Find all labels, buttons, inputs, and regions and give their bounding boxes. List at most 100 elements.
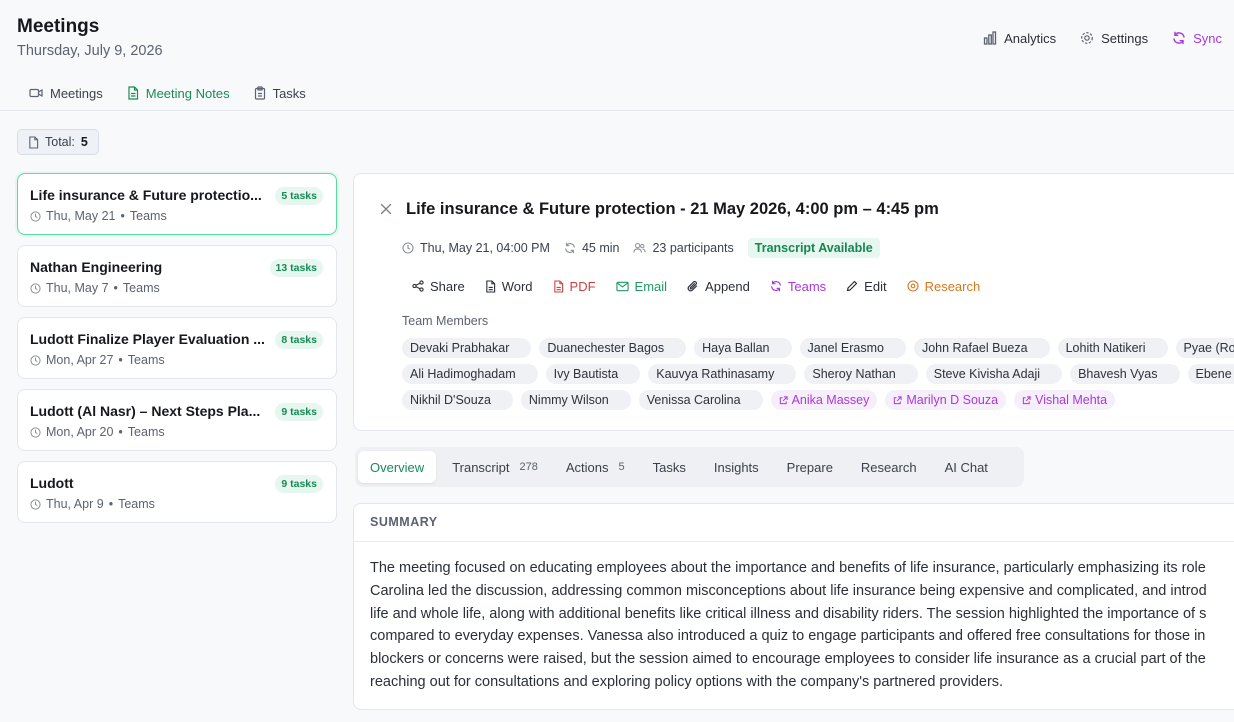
tab-count: 5 bbox=[618, 461, 625, 473]
external-link-icon bbox=[893, 395, 902, 405]
tab-prepare[interactable]: Prepare bbox=[775, 451, 845, 483]
meeting-title: Life insurance & Future protectio... bbox=[30, 187, 262, 203]
settings-label: Settings bbox=[1101, 30, 1149, 46]
analytics-button[interactable]: Analytics bbox=[983, 31, 1056, 46]
research-icon bbox=[907, 280, 919, 292]
clipboard-icon bbox=[254, 86, 266, 100]
meeting-title: Ludott (Al Nasr) – Next Steps Pla... bbox=[30, 403, 261, 419]
research-button[interactable]: Research bbox=[897, 276, 991, 296]
users-icon bbox=[633, 242, 647, 254]
meeting-date: Mon, Apr 20 bbox=[46, 425, 114, 439]
meta-separator: • bbox=[120, 209, 125, 223]
meeting-detail-title: Life insurance & Future protection - 21 … bbox=[406, 200, 939, 218]
meeting-platform: Teams bbox=[118, 497, 155, 511]
meeting-meta: Thu, May 7 • Teams bbox=[30, 281, 160, 295]
meeting-card[interactable]: Life insurance & Future protectio... 5 t… bbox=[17, 173, 337, 235]
tab-tasks[interactable]: Tasks bbox=[242, 82, 318, 104]
total-value: 5 bbox=[80, 135, 88, 149]
sync-icon bbox=[1172, 31, 1186, 45]
member-chip: Bhavesh Vyas bbox=[1070, 364, 1180, 384]
task-count-badge: 9 tasks bbox=[275, 403, 323, 421]
research-label: Research bbox=[924, 278, 981, 294]
close-button[interactable] bbox=[378, 201, 394, 217]
tab-transcript[interactable]: Transcript 278 bbox=[440, 451, 550, 483]
close-icon bbox=[378, 201, 394, 217]
meta-separator: • bbox=[118, 353, 123, 367]
tab-ai-chat[interactable]: AI Chat bbox=[933, 451, 1000, 483]
meta-separator: • bbox=[113, 281, 118, 295]
edit-label: Edit bbox=[864, 278, 887, 294]
meeting-card[interactable]: Nathan Engineering 13 tasks Thu, May 7 •… bbox=[17, 245, 337, 307]
tab-meetings[interactable]: Meetings bbox=[17, 82, 115, 104]
pdf-export-button[interactable]: PDF bbox=[543, 276, 606, 296]
sync-button[interactable]: Sync bbox=[1172, 31, 1222, 46]
tab-tasks-detail[interactable]: Tasks bbox=[641, 451, 698, 483]
tab-label: Overview bbox=[370, 459, 425, 475]
analytics-label: Analytics bbox=[1004, 30, 1057, 46]
document-icon bbox=[127, 86, 139, 100]
append-label: Append bbox=[705, 278, 750, 294]
task-count-badge: 13 tasks bbox=[269, 259, 323, 277]
team-members-row: Nikhil D'Souza Nimmy Wilson Venissa Caro… bbox=[402, 390, 1234, 410]
document-icon bbox=[28, 135, 39, 149]
tab-overview[interactable]: Overview bbox=[358, 451, 437, 483]
mail-icon bbox=[615, 281, 629, 292]
team-members-label: Team Members bbox=[402, 314, 489, 328]
tab-research[interactable]: Research bbox=[849, 451, 929, 483]
tab-meeting-notes[interactable]: Meeting Notes bbox=[115, 82, 242, 104]
settings-button[interactable]: Settings bbox=[1080, 31, 1148, 46]
task-count-badge: 9 tasks bbox=[275, 475, 323, 493]
share-button[interactable]: Share bbox=[402, 276, 475, 296]
member-chip: Sheroy Nathan bbox=[804, 364, 918, 384]
member-chip: Nimmy Wilson bbox=[520, 390, 631, 410]
total-label: Total: bbox=[45, 135, 75, 149]
meeting-platform: Teams bbox=[129, 209, 167, 223]
external-member-name: Vishal Mehta bbox=[1035, 393, 1108, 407]
summary-header: SUMMARY bbox=[354, 504, 1234, 542]
transcript-status-badge: Transcript Available bbox=[747, 238, 880, 258]
summary-line: Carolina led the discussion, addressing … bbox=[370, 582, 1207, 599]
tab-actions[interactable]: Actions 5 bbox=[554, 451, 637, 483]
meeting-datetime: Thu, May 21, 04:00 PM bbox=[402, 241, 550, 255]
meeting-meta: Thu, Apr 9 • Teams bbox=[30, 497, 155, 511]
external-member-chip: Anika Massey bbox=[770, 390, 878, 410]
external-member-chip: Marilyn D Souza bbox=[885, 390, 1007, 410]
member-chip: Janel Erasmo bbox=[799, 338, 906, 358]
word-export-button[interactable]: Word bbox=[475, 276, 543, 296]
meeting-card[interactable]: Ludott Finalize Player Evaluation ... 8 … bbox=[17, 317, 337, 379]
teams-button[interactable]: Teams bbox=[760, 276, 836, 296]
external-member-name: Marilyn D Souza bbox=[906, 393, 999, 407]
total-badge: Total: 5 bbox=[17, 129, 99, 155]
tab-label: AI Chat bbox=[944, 459, 988, 475]
meeting-title: Ludott bbox=[30, 475, 74, 491]
tab-meeting-notes-label: Meeting Notes bbox=[145, 85, 230, 101]
task-count-badge: 5 tasks bbox=[275, 187, 323, 205]
summary-line: life and whole life, along with addition… bbox=[370, 605, 1207, 622]
meeting-card[interactable]: Ludott 9 tasks Thu, Apr 9 • Teams bbox=[17, 461, 337, 523]
sync-label: Sync bbox=[1193, 30, 1222, 46]
paperclip-icon bbox=[687, 280, 699, 293]
member-chip: Pyae (Ro bbox=[1175, 338, 1234, 358]
tab-insights[interactable]: Insights bbox=[702, 451, 771, 483]
summary-text: The meeting focused on educating employe… bbox=[370, 557, 1234, 694]
refresh-icon bbox=[564, 242, 576, 254]
bar-chart-icon bbox=[983, 31, 997, 45]
teams-label: Teams bbox=[787, 278, 827, 294]
meeting-date: Mon, Apr 27 bbox=[46, 353, 114, 367]
member-chip: Nikhil D'Souza bbox=[402, 390, 513, 410]
meeting-meta: Mon, Apr 27 • Teams bbox=[30, 353, 165, 367]
email-button[interactable]: Email bbox=[606, 276, 678, 296]
edit-button[interactable]: Edit bbox=[836, 276, 896, 296]
task-count-badge: 8 tasks bbox=[275, 331, 323, 349]
append-button[interactable]: Append bbox=[677, 276, 760, 296]
meeting-duration: 45 min bbox=[564, 241, 619, 255]
tab-tasks-label: Tasks bbox=[272, 85, 306, 101]
tab-label: Actions bbox=[565, 459, 609, 475]
tab-label: Tasks bbox=[652, 459, 686, 475]
meeting-card[interactable]: Ludott (Al Nasr) – Next Steps Pla... 9 t… bbox=[17, 389, 337, 451]
tab-label: Research bbox=[860, 459, 917, 475]
email-label: Email bbox=[634, 278, 668, 294]
meeting-platform: Teams bbox=[127, 353, 165, 367]
meeting-participants: 23 participants bbox=[633, 241, 734, 255]
video-icon bbox=[29, 87, 43, 99]
